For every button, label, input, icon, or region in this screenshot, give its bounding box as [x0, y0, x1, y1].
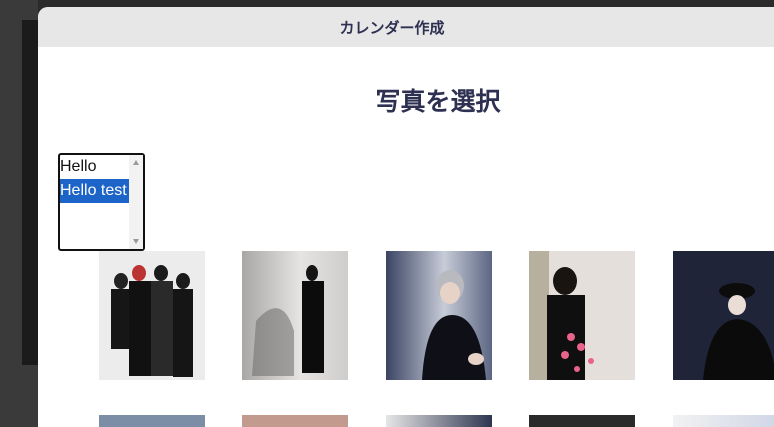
scroll-down-arrow-icon[interactable]: [133, 239, 139, 244]
photo-thumbnail[interactable]: [386, 251, 492, 380]
calendar-create-modal: カレンダー作成 写真を選択 Hello Hello test: [38, 7, 774, 427]
listbox-option-hello-test[interactable]: Hello test: [60, 179, 131, 203]
background-image-edge: [22, 20, 38, 365]
listbox-option-hello[interactable]: Hello: [60, 155, 131, 179]
modal-header: カレンダー作成: [38, 7, 774, 47]
photo-thumbnail[interactable]: [673, 415, 774, 427]
photo-4-image: [529, 251, 635, 380]
photo-thumbnail[interactable]: [529, 415, 635, 427]
listbox-scrollbar[interactable]: [129, 155, 143, 249]
photo-thumbnail[interactable]: [673, 251, 774, 380]
photo-thumbnail[interactable]: [242, 415, 348, 427]
photo-thumbnail[interactable]: [99, 251, 205, 380]
photo-3-image: [386, 251, 492, 380]
photo-thumbnail[interactable]: [386, 415, 492, 427]
page-title: 写真を選択: [375, 87, 501, 116]
photo-thumbnail[interactable]: [99, 415, 205, 427]
album-listbox[interactable]: Hello Hello test: [58, 153, 145, 251]
modal-header-title: カレンダー作成: [339, 18, 445, 37]
photo-5-image: [673, 251, 774, 380]
photo-1-image: [99, 251, 205, 380]
photo-thumbnail[interactable]: [242, 251, 348, 380]
scroll-up-arrow-icon[interactable]: [133, 160, 139, 165]
photo-thumbnail[interactable]: [529, 251, 635, 380]
photo-2-image: [242, 251, 348, 380]
background-overlay: [0, 0, 38, 427]
